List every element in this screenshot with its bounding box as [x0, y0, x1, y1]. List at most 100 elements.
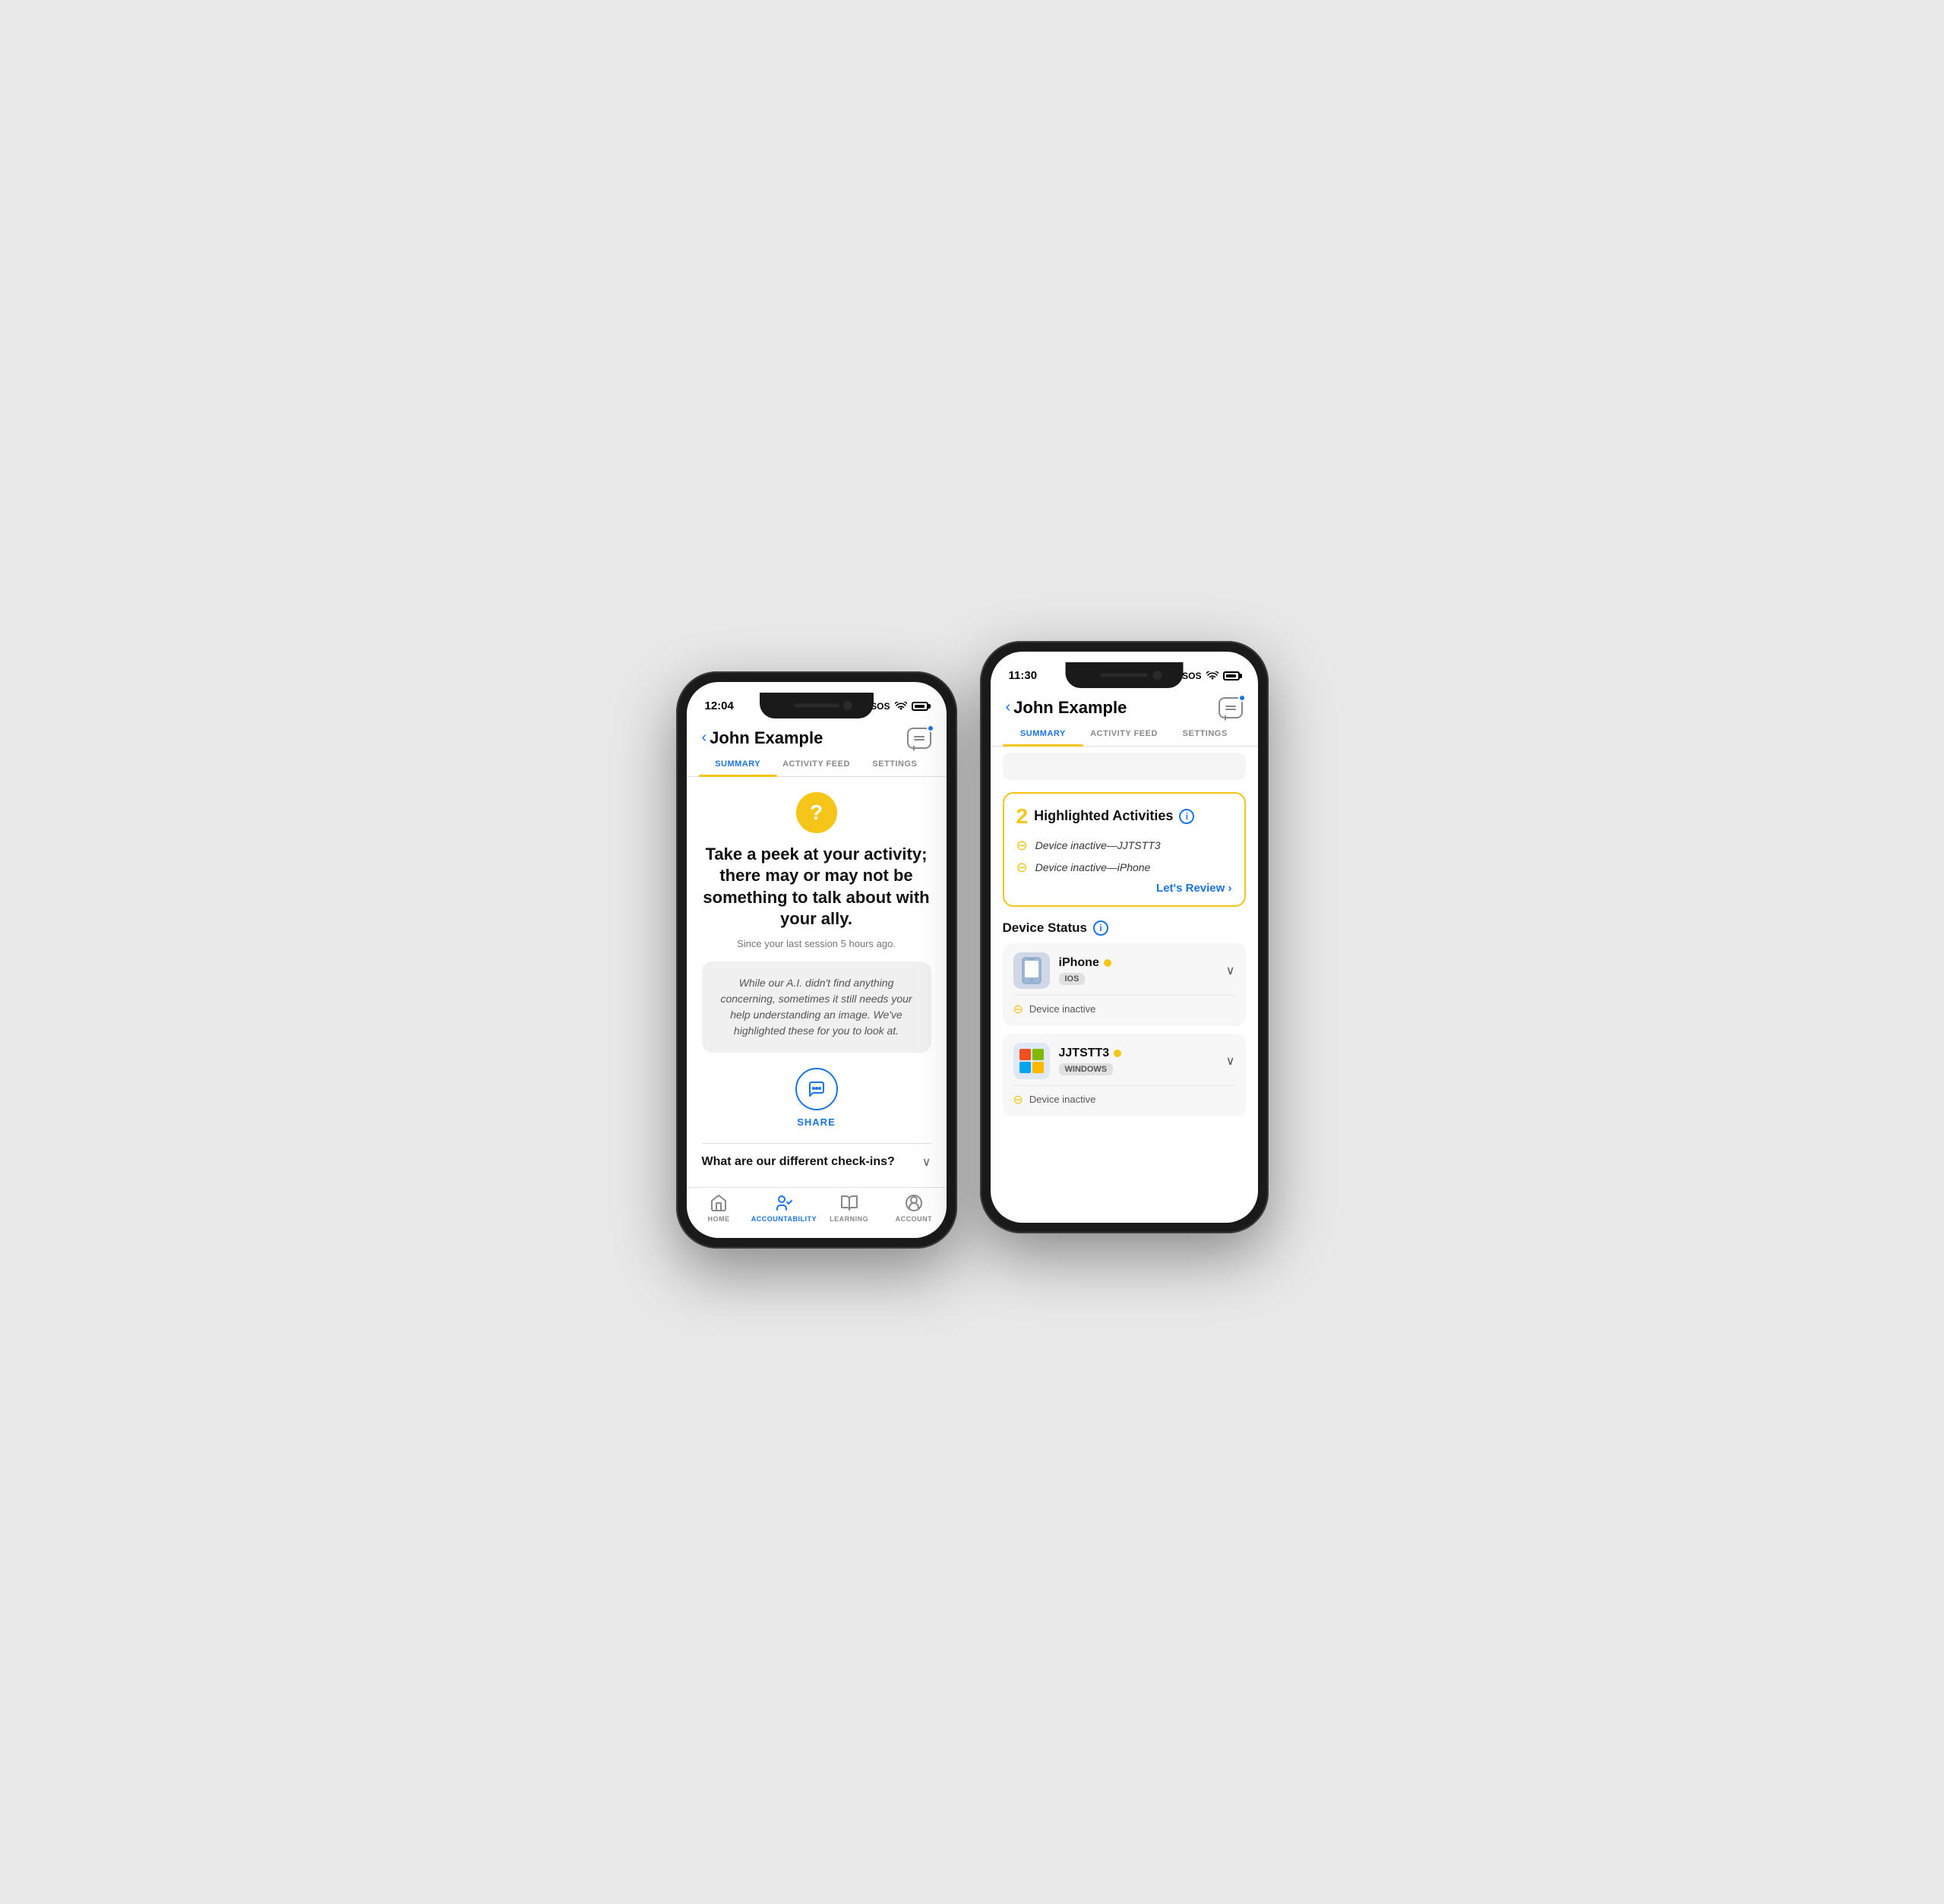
device-card-windows-top: JJTSTT3 WINDOWS ∨ [1013, 1043, 1235, 1079]
right-sos: SOS [1182, 671, 1201, 681]
activity-text-2: Device inactive—iPhone [1035, 861, 1151, 873]
left-wifi-icon [895, 702, 907, 711]
left-tabs: SUMMARY ACTIVITY FEED SETTINGS [687, 752, 947, 777]
device-iphone-name: iPhone [1059, 956, 1099, 970]
home-icon [710, 1194, 728, 1212]
left-tab-settings[interactable]: SETTINGS [855, 752, 934, 776]
left-phone-camera [843, 701, 852, 710]
left-main-content: ? Take a peek at your activity; there ma… [687, 777, 947, 1187]
right-back-chevron: ‹ [1006, 699, 1011, 716]
left-time: 12:04 [705, 699, 734, 712]
windows-inactive-row: ⊖ Device inactive [1013, 1085, 1235, 1107]
highlighted-title: Highlighted Activities [1034, 808, 1173, 824]
device-windows-name: JJTSTT3 [1059, 1047, 1110, 1060]
share-label: SHARE [797, 1116, 836, 1128]
right-battery-icon [1223, 671, 1240, 680]
nav-account-label: ACCOUNT [896, 1215, 933, 1223]
right-tab-summary[interactable]: SUMMARY [1003, 721, 1084, 746]
nav-accountability-label: ACCOUNTABILITY [751, 1215, 817, 1223]
right-app-header: ‹ John Example [991, 691, 1258, 721]
activity-icon-2: ⊖ [1016, 860, 1028, 876]
highlighted-header: 2 Highlighted Activities i [1016, 804, 1232, 829]
device-windows-details: JJTSTT3 WINDOWS [1059, 1047, 1122, 1075]
windows-logo-icon [1019, 1049, 1044, 1073]
highlighted-info-icon[interactable]: i [1179, 809, 1194, 824]
device-status-info-icon[interactable]: i [1093, 920, 1108, 936]
checkins-row[interactable]: What are our different check-ins? ∨ [702, 1143, 931, 1180]
main-headline: Take a peek at your activity; there may … [702, 844, 931, 930]
nav-account[interactable]: ACCOUNT [881, 1194, 946, 1223]
right-tabs: SUMMARY ACTIVITY FEED SETTINGS [991, 721, 1258, 747]
windows-icon-box [1013, 1043, 1050, 1079]
device-status-title: Device Status [1003, 920, 1088, 936]
share-icon-circle [795, 1068, 838, 1110]
left-app-header: ‹ John Example [687, 721, 947, 752]
left-phone-speaker [794, 703, 839, 707]
device-iphone-info: iPhone IOS [1013, 952, 1111, 989]
windows-inactive-icon: ⊖ [1013, 1092, 1023, 1107]
left-back-chevron: ‹ [702, 729, 707, 747]
nav-learning[interactable]: LEARNING [817, 1194, 881, 1223]
checkins-chevron: ∨ [922, 1154, 931, 1170]
iphone-inactive-icon: ⊖ [1013, 1002, 1023, 1017]
left-tab-activity[interactable]: ACTIVITY FEED [777, 752, 855, 776]
accountability-icon [775, 1194, 793, 1212]
left-phone-screen: 12:04 SOS [687, 682, 947, 1238]
left-phone: 12:04 SOS [676, 671, 957, 1249]
iphone-collapse-btn[interactable]: ∨ [1226, 963, 1235, 978]
right-wifi-icon [1206, 671, 1219, 680]
iphone-inactive-row: ⊖ Device inactive [1013, 995, 1235, 1017]
lets-review-button[interactable]: Let's Review › [1016, 882, 1232, 895]
iphone-inactive-text: Device inactive [1029, 1003, 1095, 1015]
right-chat-dot [1238, 694, 1246, 702]
win-quadrant-1 [1019, 1049, 1031, 1060]
right-screen-content: ‹ John Example [991, 691, 1258, 1223]
windows-inactive-text: Device inactive [1029, 1094, 1095, 1105]
left-battery-icon [912, 702, 928, 711]
left-phone-notch [760, 693, 874, 718]
left-sos: SOS [871, 701, 890, 712]
left-chat-line-2 [914, 739, 925, 740]
right-search-bar[interactable] [1003, 753, 1246, 780]
share-chat-icon [808, 1080, 826, 1098]
activity-item-2: ⊖ Device inactive—iPhone [1016, 860, 1232, 876]
windows-collapse-btn[interactable]: ∨ [1226, 1053, 1235, 1069]
share-button[interactable]: SHARE [702, 1068, 931, 1128]
checkins-title: What are our different check-ins? [702, 1155, 895, 1169]
iphone-device-icon [1021, 957, 1042, 984]
right-phone-camera [1152, 671, 1162, 680]
right-chat-lines [1225, 706, 1236, 710]
device-card-iphone: iPhone IOS ∨ ⊖ Device inactive [1003, 943, 1246, 1026]
device-card-windows: JJTSTT3 WINDOWS ∨ ⊖ Device inactive [1003, 1034, 1246, 1116]
device-status-header: Device Status i [1003, 920, 1246, 936]
right-phone-speaker [1101, 673, 1148, 677]
win-quadrant-3 [1019, 1062, 1031, 1073]
left-back-button[interactable]: ‹ John Example [702, 728, 823, 748]
nav-home[interactable]: HOME [687, 1194, 751, 1223]
right-tab-settings[interactable]: SETTINGS [1165, 721, 1246, 746]
device-iphone-name-row: iPhone [1059, 956, 1111, 970]
left-chat-button[interactable] [907, 728, 931, 749]
left-bottom-nav: HOME ACCOUNTABILITY [687, 1187, 947, 1238]
right-phone-screen: 11:30 SOS [991, 652, 1258, 1223]
win-quadrant-4 [1032, 1062, 1044, 1073]
right-tab-activity[interactable]: ACTIVITY FEED [1083, 721, 1165, 746]
right-chat-line-1 [1225, 706, 1236, 707]
left-chat-line-1 [914, 736, 925, 737]
left-status-right: SOS [871, 701, 928, 712]
ai-message-box: While our A.I. didn't find anything conc… [702, 961, 931, 1053]
right-phone: 11:30 SOS [980, 641, 1269, 1233]
activity-item-1: ⊖ Device inactive—JJTSTT3 [1016, 838, 1232, 854]
right-chat-button[interactable] [1219, 697, 1243, 718]
activity-text-1: Device inactive—JJTSTT3 [1035, 839, 1161, 851]
left-chat-lines [914, 736, 925, 740]
sub-text: Since your last session 5 hours ago. [702, 938, 931, 949]
device-iphone-os: IOS [1059, 973, 1086, 985]
right-phone-notch [1065, 662, 1183, 688]
question-icon: ? [796, 792, 837, 833]
left-tab-summary[interactable]: SUMMARY [699, 752, 777, 776]
right-time: 11:30 [1009, 669, 1038, 682]
windows-status-dot [1114, 1050, 1121, 1057]
right-back-button[interactable]: ‹ John Example [1006, 698, 1127, 718]
nav-accountability[interactable]: ACCOUNTABILITY [751, 1194, 817, 1223]
